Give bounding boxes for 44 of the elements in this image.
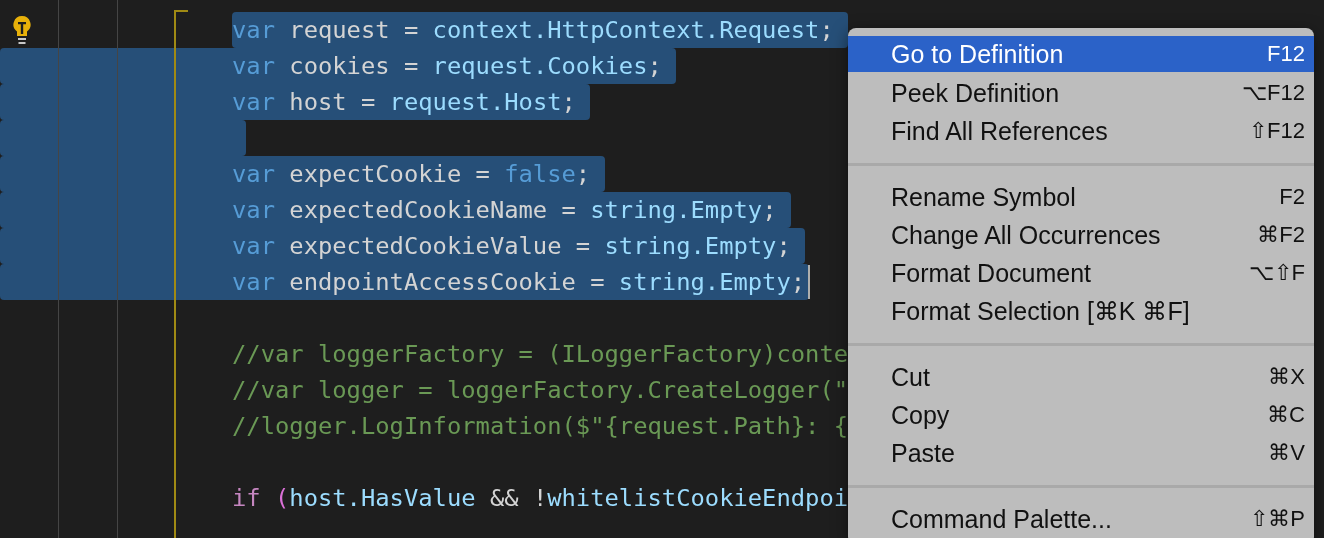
- keyboard-shortcut: F12: [1267, 41, 1305, 67]
- menu-item[interactable]: Copy ⌘C: [848, 396, 1314, 434]
- menu-item-label: Peek Definition: [891, 78, 1060, 108]
- keyboard-shortcut: ⌘V: [1268, 440, 1305, 466]
- menu-item[interactable]: Cut ⌘X: [848, 358, 1314, 396]
- lightbulb-icon[interactable]: [12, 15, 32, 45]
- keyboard-shortcut: ⇧F12: [1249, 118, 1305, 144]
- keyboard-shortcut: ⌘C: [1267, 402, 1305, 428]
- menu-item[interactable]: Peek Definition ⌥F12: [848, 74, 1314, 112]
- menu-item[interactable]: Command Palette... ⇧⌘P: [848, 500, 1314, 538]
- menu-item-label: Cut: [891, 362, 930, 392]
- menu-item[interactable]: Format Document ⌥⇧F: [848, 254, 1314, 292]
- code-line: var expectCookie = false;: [232, 159, 591, 190]
- code-line: //logger.LogInformation($"{request.Path}: {: [232, 411, 849, 442]
- code-line: //var loggerFactory = (ILoggerFactory)conte: [232, 339, 849, 370]
- code-line: var request = context.HttpContext.Request;: [232, 15, 834, 46]
- menu-item[interactable]: Format Selection [⌘K ⌘F]: [848, 292, 1314, 330]
- menu-item-label: Format Selection [⌘K ⌘F]: [891, 296, 1190, 326]
- keyboard-shortcut: ⌘X: [1268, 364, 1305, 390]
- code-line: var host = request.Host;: [232, 87, 576, 118]
- menu-item[interactable]: Go to Definition F12: [848, 36, 1314, 72]
- menu-item-label: Copy: [891, 400, 950, 430]
- menu-item[interactable]: Paste ⌘V: [848, 434, 1314, 472]
- code-line: //var logger = loggerFactory.CreateLogger(": [232, 375, 849, 406]
- menu-item-label: Go to Definition: [891, 39, 1064, 69]
- menu-item-label: Paste: [891, 438, 955, 468]
- code-line: if (host.HasValue && !whitelistCookieEndpoi: [232, 483, 849, 514]
- code-line: var endpointAccessCookie = string.Empty;: [232, 267, 806, 298]
- keyboard-shortcut: F2: [1279, 184, 1305, 210]
- menu-item-label: Change All Occurrences: [891, 220, 1161, 250]
- menu-item[interactable]: Change All Occurrences ⌘F2: [848, 216, 1314, 254]
- keyboard-shortcut: ⌥F12: [1242, 80, 1305, 106]
- code-line: var expectedCookieName = string.Empty;: [232, 195, 777, 226]
- menu-item-label: Rename Symbol: [891, 182, 1076, 212]
- menu-item[interactable]: Find All References ⇧F12: [848, 112, 1314, 150]
- menu-item-label: Command Palette...: [891, 504, 1112, 534]
- keyboard-shortcut: ⇧⌘P: [1250, 506, 1305, 532]
- menu-item-label: Find All References: [891, 116, 1108, 146]
- menu-item-label: Format Document: [891, 258, 1092, 288]
- menu-item[interactable]: Rename Symbol F2: [848, 178, 1314, 216]
- keyboard-shortcut: ⌥⇧F: [1248, 260, 1305, 286]
- code-line: var cookies = request.Cookies;: [232, 51, 662, 82]
- keyboard-shortcut: ⌘F2: [1257, 222, 1305, 248]
- code-line: var expectedCookieValue = string.Empty;: [232, 231, 791, 262]
